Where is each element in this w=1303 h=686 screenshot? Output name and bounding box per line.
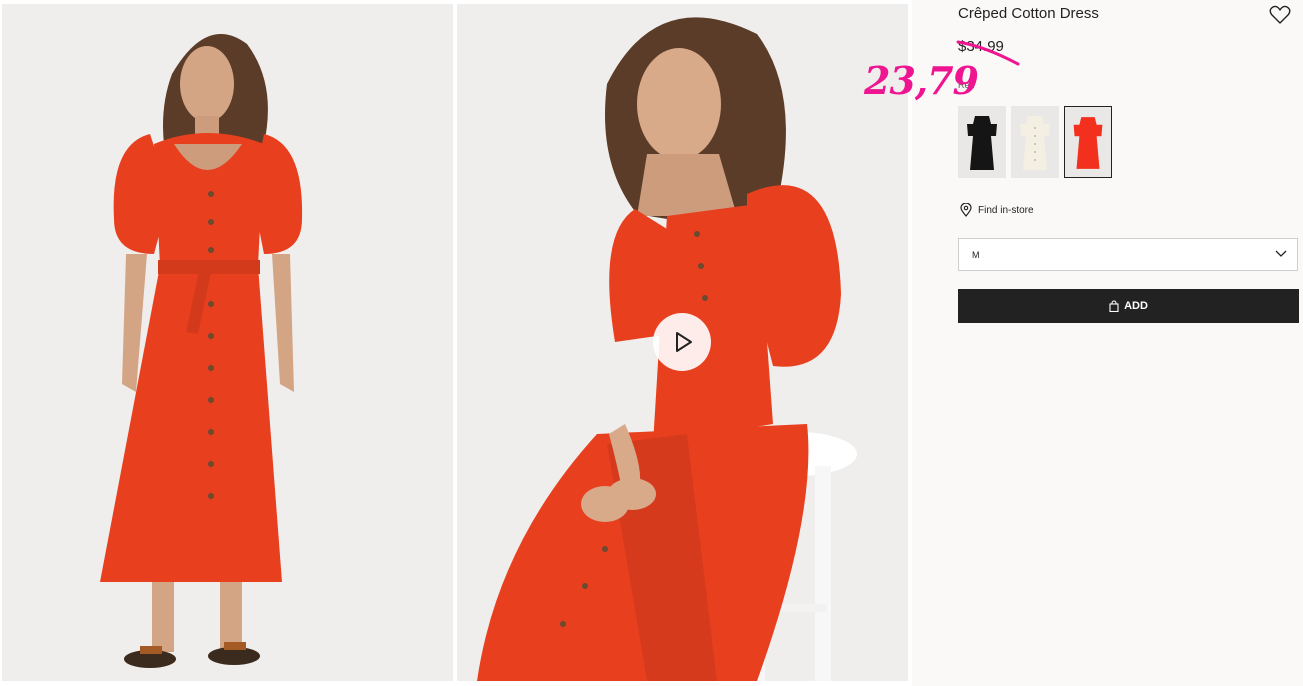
color-swatch-red[interactable] [1064,106,1112,178]
heart-icon[interactable] [1269,5,1291,25]
find-in-store-label: Find in-store [978,204,1034,216]
location-pin-icon [960,203,972,217]
add-to-bag-button[interactable]: ADD [958,289,1299,323]
shopping-bag-icon [1109,300,1119,312]
sale-price: 23,79 [864,58,979,103]
color-swatch-white[interactable] [1011,106,1059,178]
size-select[interactable]: M [958,238,1298,271]
product-image-video[interactable] [457,4,908,681]
find-in-store-link[interactable]: Find in-store [960,203,1034,217]
play-icon [676,332,692,352]
product-page: Crêped Cotton Dress Red $34.99 23,79 Fin… [0,0,1303,686]
product-image-front[interactable] [2,4,453,681]
play-video-button[interactable] [653,313,711,371]
color-swatch-black[interactable] [958,106,1006,178]
add-button-label: ADD [1124,300,1148,312]
product-title: Crêped Cotton Dress [958,5,1099,22]
size-value: M [972,250,980,260]
chevron-down-icon [1275,250,1287,257]
product-details-panel: Crêped Cotton Dress Red $34.99 23,79 Fin… [864,0,1303,686]
